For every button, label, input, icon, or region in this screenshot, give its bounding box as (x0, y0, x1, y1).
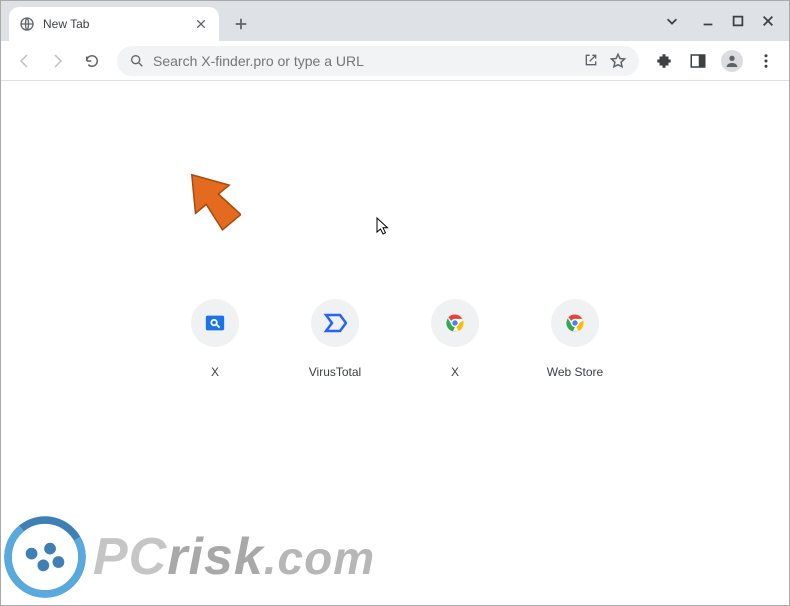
browser-tab[interactable]: New Tab (9, 7, 219, 41)
kebab-menu-button[interactable] (751, 46, 781, 76)
omnibox[interactable] (117, 46, 639, 76)
globe-icon (19, 16, 35, 32)
share-icon[interactable] (583, 52, 601, 70)
bookmark-star-icon[interactable] (609, 52, 627, 70)
shortcut-tile[interactable]: Web Store (529, 299, 621, 379)
shortcut-label: Web Store (529, 365, 621, 379)
shortcut-tile[interactable]: X (169, 299, 261, 379)
profile-button[interactable] (717, 46, 747, 76)
tab-title: New Tab (43, 17, 193, 31)
side-panel-button[interactable] (683, 46, 713, 76)
shortcut-icon-chrome (431, 299, 479, 347)
tab-search-button[interactable] (657, 6, 687, 36)
watermark: PCrisk.com (3, 515, 375, 599)
forward-button[interactable] (43, 46, 73, 76)
watermark-com: .com (264, 532, 375, 584)
watermark-pc: PC (93, 528, 167, 586)
search-icon (129, 53, 145, 69)
toolbar (1, 41, 789, 81)
shortcut-label: X (409, 365, 501, 379)
window-controls (657, 1, 789, 41)
shortcut-grid: X VirusTotal X Web Store (169, 299, 621, 379)
shortcut-icon-chrome (551, 299, 599, 347)
arrow-annotation-icon (185, 165, 241, 235)
watermark-text: PCrisk.com (93, 531, 375, 583)
avatar-icon (721, 50, 743, 72)
address-input[interactable] (153, 53, 575, 69)
extensions-button[interactable] (649, 46, 679, 76)
shortcut-label: X (169, 365, 261, 379)
minimize-button[interactable] (693, 6, 723, 36)
close-tab-button[interactable] (193, 16, 209, 32)
shortcut-icon-virustotal (311, 299, 359, 347)
watermark-risk: risk (167, 528, 264, 586)
close-window-button[interactable] (753, 6, 783, 36)
new-tab-button[interactable] (227, 10, 255, 38)
tab-strip: New Tab (1, 1, 789, 41)
maximize-button[interactable] (723, 6, 753, 36)
shortcut-tile[interactable]: X (409, 299, 501, 379)
pcrisk-logo-icon (3, 515, 87, 599)
browser-window: New Tab (0, 0, 790, 606)
back-button[interactable] (9, 46, 39, 76)
shortcut-label: VirusTotal (289, 365, 381, 379)
mouse-cursor-icon (376, 217, 390, 235)
reload-button[interactable] (77, 46, 107, 76)
new-tab-page: X VirusTotal X Web Store (1, 81, 789, 605)
shortcut-icon-blue-search (191, 299, 239, 347)
shortcut-tile[interactable]: VirusTotal (289, 299, 381, 379)
